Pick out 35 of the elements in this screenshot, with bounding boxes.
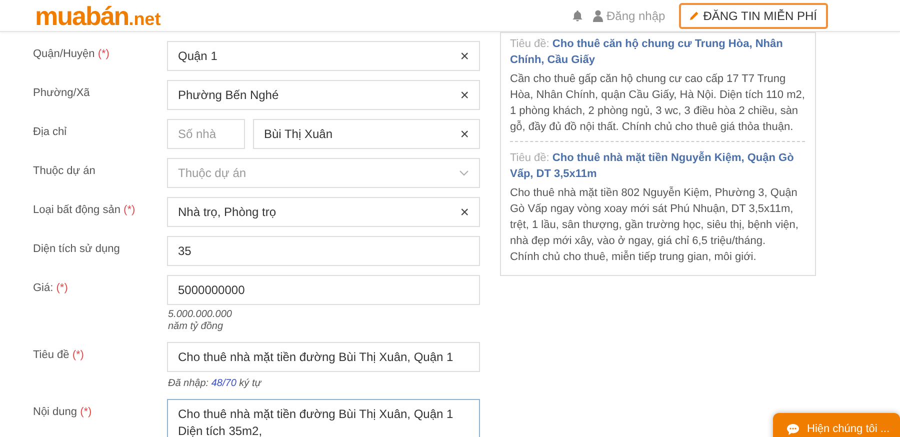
chevron-down-icon: [459, 170, 469, 176]
character-counter: Đã nhập: 48/70 ký tự: [167, 377, 262, 390]
field-label: Nội dung (*): [32, 405, 93, 420]
field-label: Địa chỉ: [32, 125, 68, 140]
clear-button[interactable]: ×: [460, 126, 469, 142]
clear-button[interactable]: ×: [460, 204, 469, 220]
example-description: Cho thuê nhà mặt tiền 802 Nguyễn Kiệm, Phường 3, Quận Gò Vấp ngay vòng xoay mới sát Phú Nhuận, DT 3,5x11m, trệt, 1 lầu, sân thượng, gần trường học, siêu thị, bệnh viện, nhà đẹp mới xây, vào ở ngay, giá chỉ 6,5 triệu/tháng. Chính chủ cho thuê, miễn tiếp trung gian, môi giới.: [510, 186, 800, 265]
field-label: Diện tích sử dụng: [32, 242, 121, 257]
clear-button[interactable]: ×: [460, 48, 469, 64]
text-input[interactable]: 5000000000: [167, 275, 480, 305]
example-title: Tiêu đề: Cho thuê căn hộ chung cư Trung Hòa, Nhân Chính, Cầu Giấy: [510, 37, 784, 68]
clear-button[interactable]: ×: [460, 88, 469, 102]
select-field[interactable]: Nhà trọ, Phòng trọ ×: [167, 197, 480, 227]
user-icon: [593, 10, 604, 22]
price-hint: 5.000.000.000: [168, 309, 233, 321]
select-field[interactable]: Quận 1 ×: [167, 41, 480, 71]
post-ad-button[interactable]: ĐĂNG TIN MIỄN PHÍ: [679, 2, 828, 28]
text-input[interactable]: Cho thuê nhà mặt tiền đường Bùi Thị Xuân, Quận 1: [167, 342, 480, 372]
street-select-field[interactable]: Bùi Thị Xuân ×: [253, 119, 480, 149]
price-hint: năm tỷ đồng: [168, 321, 224, 333]
pencil-icon: [690, 11, 700, 20]
bell-icon[interactable]: [572, 10, 584, 22]
field-label: Giá: (*): [32, 281, 69, 296]
select-field[interactable]: Phường Bến Nghé ×: [167, 80, 480, 110]
field-label: Quận/Huyện (*): [32, 47, 110, 62]
text-input[interactable]: 35: [167, 236, 480, 266]
chat-bubble-icon: [787, 424, 799, 434]
field-label: Phường/Xã: [32, 86, 91, 101]
field-label: Loại bất động sản (*): [32, 203, 136, 218]
content-textarea[interactable]: Cho thuê nhà mặt tiền đường Bùi Thị Xuân, Quận 1 Diện tích 35m2,: [167, 399, 480, 437]
example-title: Tiêu đề: Cho thuê nhà mặt tiền Nguyễn Kiệm, Quận Gò Vấp, DT 3,5x11m: [510, 150, 795, 182]
house-number-field[interactable]: Số nhà: [167, 119, 245, 149]
field-label: Thuộc dự án: [32, 164, 96, 179]
example-description: Cần cho thuê gấp căn hộ chung cư cao cấp 17 T7 Trung Hòa, Nhân Chính, quận Cầu Giấy, Hà Nội. Diện tích 110 m2, 1 phòng khách, 2 phòng ngủ, 3 wc, 3 điều hòa 2 chiều, sàn gỗ, đầy đủ đồ nội thất. Chính chủ cho thuê giá thỏa thuận.: [510, 72, 805, 135]
field-label: Tiêu đề (*): [32, 348, 85, 363]
